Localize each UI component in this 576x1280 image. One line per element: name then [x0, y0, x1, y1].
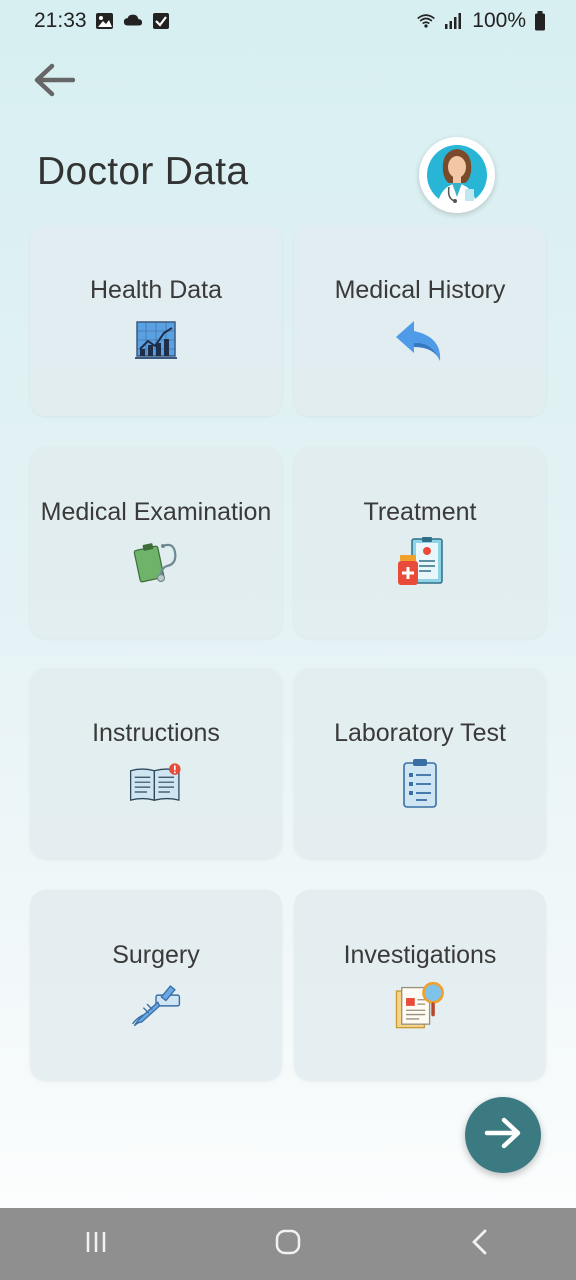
- chart-icon: [129, 313, 183, 367]
- clipboard-icon: [393, 756, 447, 810]
- checkbox-icon: [151, 11, 171, 31]
- magnifier-document-icon: [393, 978, 447, 1032]
- status-left: 21:33: [34, 9, 171, 33]
- back-icon: [468, 1228, 492, 1261]
- doctor-avatar[interactable]: [419, 137, 495, 213]
- card-medical-examination[interactable]: Medical Examination: [30, 447, 282, 638]
- home-icon: [274, 1228, 302, 1261]
- card-surgery[interactable]: Surgery: [30, 890, 282, 1081]
- back-button[interactable]: [30, 58, 78, 106]
- card-medical-history[interactable]: Medical History: [294, 225, 546, 416]
- card-label: Medical Examination: [40, 498, 272, 526]
- battery-icon: [534, 11, 546, 31]
- nav-back-button[interactable]: [450, 1214, 510, 1274]
- card-label: Investigations: [343, 941, 497, 969]
- card-treatment[interactable]: Treatment: [294, 447, 546, 638]
- home-button[interactable]: [258, 1214, 318, 1274]
- book-icon: [129, 756, 183, 810]
- medicine-icon: [393, 535, 447, 589]
- recents-button[interactable]: [66, 1214, 126, 1274]
- battery-percent: 100%: [472, 9, 526, 32]
- next-button[interactable]: [465, 1097, 541, 1173]
- scalpel-icon: [129, 978, 183, 1032]
- card-label: Surgery: [112, 941, 200, 969]
- arrow-right-icon: [483, 1115, 523, 1156]
- status-right: 100%: [416, 9, 546, 33]
- card-investigations[interactable]: Investigations: [294, 890, 546, 1081]
- card-laboratory-test[interactable]: Laboratory Test: [294, 668, 546, 859]
- system-nav-bar: [0, 1208, 576, 1280]
- status-time: 21:33: [34, 9, 87, 32]
- stethoscope-icon: [129, 535, 183, 589]
- status-bar: 21:33 100%: [0, 0, 576, 42]
- history-arrow-icon: [393, 313, 447, 367]
- card-label: Treatment: [363, 498, 477, 526]
- arrow-left-icon: [33, 63, 76, 102]
- card-label: Laboratory Test: [334, 719, 506, 747]
- recents-icon: [83, 1229, 109, 1260]
- card-label: Health Data: [89, 276, 223, 304]
- signal-icon: [444, 11, 464, 31]
- card-label: Instructions: [92, 719, 220, 747]
- card-instructions[interactable]: Instructions: [30, 668, 282, 859]
- image-icon: [95, 11, 115, 31]
- card-health-data[interactable]: Health Data: [30, 225, 282, 416]
- card-label: Medical History: [334, 276, 506, 304]
- wifi-icon: [416, 11, 436, 31]
- cloud-icon: [123, 11, 143, 31]
- page-title: Doctor Data: [37, 150, 249, 193]
